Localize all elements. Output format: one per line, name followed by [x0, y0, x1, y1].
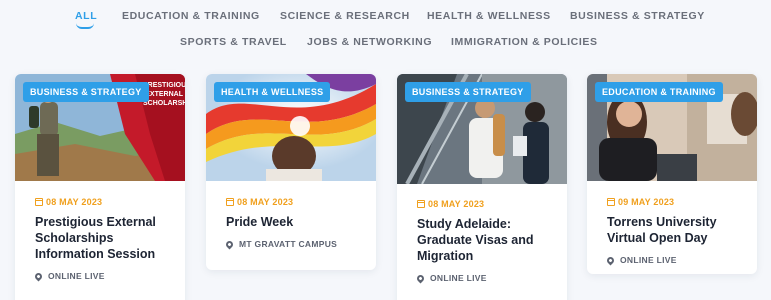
event-category-tag: BUSINESS & STRATEGY — [23, 82, 149, 102]
event-location-text: ONLINE LIVE — [48, 271, 105, 281]
event-category-tag: HEALTH & WELLNESS — [214, 82, 331, 102]
event-category-tag: BUSINESS & STRATEGY — [405, 82, 531, 102]
event-location: ONLINE LIVE — [33, 271, 165, 281]
event-location: ONLINE LIVE — [415, 273, 547, 283]
filter-jobs-networking[interactable]: JOBS & NETWORKING — [307, 36, 432, 48]
map-pin-icon — [415, 273, 426, 283]
event-location-text: ONLINE LIVE — [620, 255, 677, 265]
filter-immigration-policies[interactable]: IMMIGRATION & POLICIES — [451, 36, 598, 48]
event-image: BUSINESS & STRATEGY — [397, 74, 567, 184]
event-location: ONLINE LIVE — [605, 255, 737, 265]
event-image: EDUCATION & TRAINING — [587, 74, 757, 181]
category-filter-bar: ALL EDUCATION & TRAINING SCIENCE & RESEA… — [0, 0, 771, 60]
map-pin-icon — [224, 239, 235, 249]
event-date-text: 09 MAY 2023 — [618, 197, 675, 207]
event-date: 08 MAY 2023 — [35, 197, 165, 207]
event-date-text: 08 MAY 2023 — [237, 197, 294, 207]
event-title[interactable]: Prestigious External Scholarships Inform… — [35, 214, 165, 262]
event-title[interactable]: Study Adelaide: Graduate Visas and Migra… — [417, 216, 547, 264]
event-image: PRESTIGIOUS EXTERNAL SCHOLARSHIPS BUSINE… — [15, 74, 185, 181]
calendar-icon — [226, 198, 234, 206]
event-title[interactable]: Pride Week — [226, 214, 356, 230]
event-date: 08 MAY 2023 — [417, 199, 547, 209]
event-card[interactable]: BUSINESS & STRATEGY 08 MAY 2023 Study Ad… — [397, 74, 567, 300]
filter-sports-travel[interactable]: SPORTS & TRAVEL — [180, 36, 287, 48]
map-pin-icon — [605, 255, 616, 265]
event-card[interactable]: EDUCATION & TRAINING 09 MAY 2023 Torrens… — [587, 74, 757, 274]
event-card[interactable]: HEALTH & WELLNESS 08 MAY 2023 Pride Week… — [206, 74, 376, 270]
event-date-text: 08 MAY 2023 — [46, 197, 103, 207]
event-image: HEALTH & WELLNESS — [206, 74, 376, 181]
active-filter-indicator — [76, 23, 94, 29]
event-date: 09 MAY 2023 — [607, 197, 737, 207]
event-date-text: 08 MAY 2023 — [428, 199, 485, 209]
filter-science-research[interactable]: SCIENCE & RESEARCH — [280, 10, 410, 22]
filter-all[interactable]: ALL — [75, 10, 97, 22]
banner-text: PRESTIGIOUS EXTERNAL SCHOLARSHIPS — [143, 82, 185, 107]
event-card[interactable]: PRESTIGIOUS EXTERNAL SCHOLARSHIPS BUSINE… — [15, 74, 185, 300]
event-location-text: MT GRAVATT CAMPUS — [239, 239, 338, 249]
calendar-icon — [607, 198, 615, 206]
filter-health-wellness[interactable]: HEALTH & WELLNESS — [427, 10, 551, 22]
filter-education-training[interactable]: EDUCATION & TRAINING — [122, 10, 260, 22]
map-pin-icon — [33, 271, 44, 281]
event-title[interactable]: Torrens University Virtual Open Day — [607, 214, 737, 246]
calendar-icon — [35, 198, 43, 206]
event-location-text: ONLINE LIVE — [430, 273, 487, 283]
event-date: 08 MAY 2023 — [226, 197, 356, 207]
calendar-icon — [417, 200, 425, 208]
event-category-tag: EDUCATION & TRAINING — [595, 82, 723, 102]
event-location: MT GRAVATT CAMPUS — [224, 239, 356, 249]
filter-business-strategy[interactable]: BUSINESS & STRATEGY — [570, 10, 705, 22]
